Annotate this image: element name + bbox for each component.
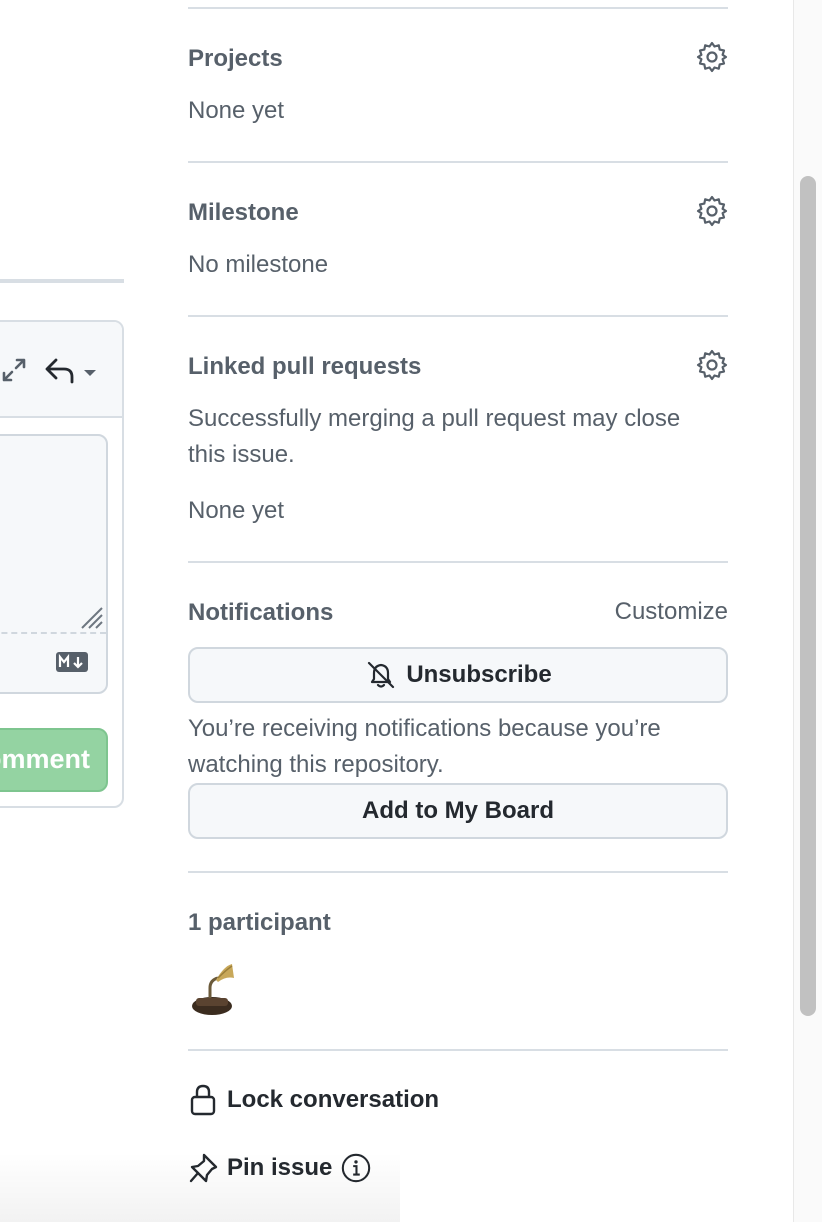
customize-link[interactable]: Customize [615, 598, 728, 626]
linked-pr-value: None yet [188, 497, 285, 524]
milestone-value: No milestone [188, 251, 329, 278]
lock-icon [190, 1084, 216, 1116]
milestone-gear-icon[interactable] [696, 195, 728, 227]
divider [188, 315, 728, 317]
notifications-reason-line2: watching this repository. [188, 751, 444, 778]
participant-avatar[interactable] [190, 964, 240, 1018]
add-to-my-board-button[interactable]: Add to My Board [188, 783, 728, 839]
bell-slash-icon [368, 661, 395, 689]
comment-button[interactable]: Comment [0, 728, 108, 792]
textarea-divider [0, 632, 106, 634]
pin-issue-button[interactable]: Pin issue [188, 1151, 379, 1185]
notifications-heading: Notifications [188, 599, 334, 626]
projects-value: None yet [188, 97, 285, 124]
timeline-divider [0, 279, 124, 283]
linked-pr-description-line1: Successfully merging a pull request may … [188, 405, 681, 432]
divider [188, 7, 728, 9]
comment-textarea[interactable] [0, 434, 108, 694]
scrollbar-thumb[interactable] [800, 176, 816, 1016]
divider [188, 871, 728, 873]
markdown-icon[interactable] [56, 652, 88, 672]
issue-sidebar: Projects None yet Milestone No milestone… [188, 0, 728, 1222]
pin-issue-label: Pin issue [227, 1154, 333, 1181]
divider [188, 161, 728, 163]
linked-pr-description-line2: this issue. [188, 441, 295, 468]
lock-conversation-label: Lock conversation [227, 1086, 440, 1113]
participants-heading: 1 participant [188, 909, 331, 936]
notifications-reason-line1: You’re receiving notifications because y… [188, 715, 661, 742]
info-icon[interactable] [340, 1151, 372, 1185]
unsubscribe-label: Unsubscribe [406, 661, 552, 688]
composer-toolbar [0, 322, 122, 418]
divider [188, 1049, 728, 1051]
chevron-down-icon [84, 370, 96, 376]
projects-heading[interactable]: Projects [188, 45, 283, 73]
pin-icon [189, 1153, 218, 1183]
linked-pull-requests-gear-icon[interactable] [696, 349, 728, 381]
comment-composer: Comment [0, 320, 124, 808]
linked-pull-requests-heading[interactable]: Linked pull requests [188, 353, 421, 381]
reply-icon[interactable] [42, 354, 102, 386]
resize-grip-icon[interactable] [78, 604, 104, 630]
add-to-my-board-label: Add to My Board [362, 797, 554, 824]
lock-conversation-button[interactable]: Lock conversation [188, 1083, 439, 1117]
divider [188, 561, 728, 563]
projects-gear-icon[interactable] [696, 41, 728, 73]
unsubscribe-button[interactable]: Unsubscribe [188, 647, 728, 703]
milestone-heading[interactable]: Milestone [188, 199, 299, 227]
expand-icon[interactable] [0, 356, 28, 384]
